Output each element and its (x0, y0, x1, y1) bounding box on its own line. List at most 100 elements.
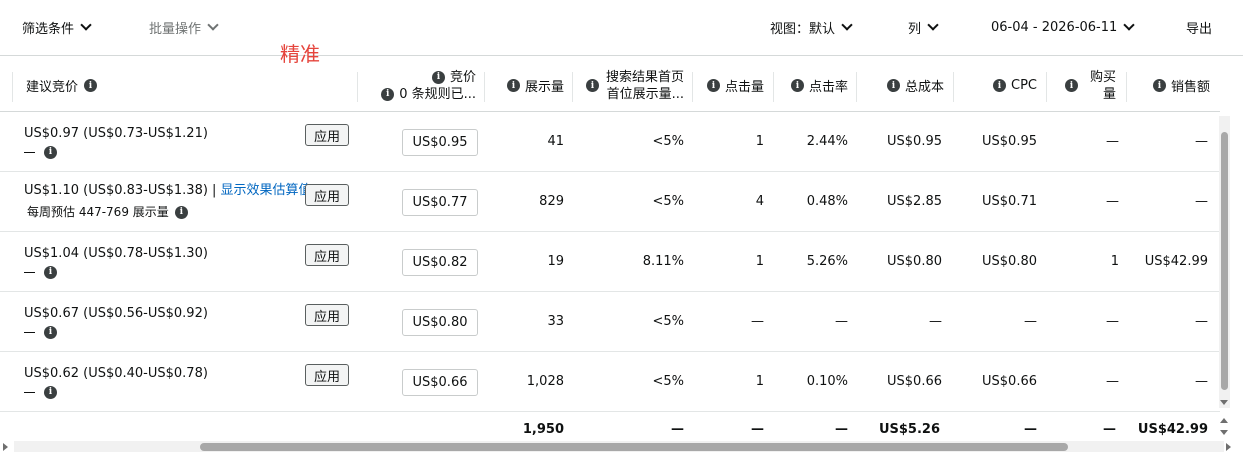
table-row: US$0.97 (US$0.73-US$1.21) i 应用 US$0.95 41 <5%… (0, 112, 1220, 172)
info-icon[interactable]: i (790, 79, 804, 92)
table-row: US$0.62 (US$0.40-US$0.78) i 应用 US$0.66 1,028… (0, 352, 1220, 412)
suggested-bid-range: US$1.10 (US$0.83-US$1.38) | (24, 183, 217, 198)
bulk-actions-label: 批量操作 (149, 21, 202, 37)
column-divider (1046, 72, 1047, 102)
clicks-cell: 1 (755, 254, 764, 269)
sales-cell: — (1195, 314, 1208, 329)
view-dropdown[interactable]: 视图：默认 (770, 18, 853, 37)
info-icon[interactable]: i (1152, 79, 1166, 92)
chevron-down-icon (80, 19, 92, 31)
info-icon[interactable]: i (44, 325, 57, 339)
apply-button[interactable]: 应用 (305, 244, 349, 266)
weekly-estimate-text: 每周预估 447-769 展示量 (27, 205, 169, 219)
impressions-cell: 1,028 (526, 374, 564, 389)
horizontal-scrollbar-thumb[interactable] (200, 443, 1068, 451)
scroll-up-arrow-icon[interactable] (1220, 418, 1228, 423)
info-icon[interactable]: i (84, 79, 98, 92)
scroll-down-arrow-icon[interactable] (1220, 400, 1228, 405)
column-divider (856, 72, 857, 102)
top-search-cell: <5% (652, 194, 684, 209)
apply-button[interactable]: 应用 (305, 184, 349, 206)
chevron-down-icon (927, 19, 939, 31)
cpc-cell: US$0.66 (982, 374, 1037, 389)
purchases-cell: — (1106, 314, 1119, 329)
bid-input[interactable]: US$0.80 (402, 309, 478, 336)
chevron-down-icon (207, 19, 219, 31)
table-row: US$1.10 (US$0.83-US$1.38) | 显示效果估算值每周预估 4… (0, 172, 1220, 232)
clicks-cell: 1 (755, 134, 764, 149)
suggested-bid-range: US$1.04 (US$0.78-US$1.30) (24, 245, 208, 261)
vertical-scrollbar-thumb[interactable] (1221, 132, 1228, 390)
bid-rules-link[interactable]: 0 条规则已... (399, 86, 476, 103)
header-purchases[interactable]: i 购买 量 (1054, 60, 1116, 111)
suggested-bid-cell: US$0.67 (US$0.56-US$0.92) i (24, 292, 208, 351)
total-cost-cell: US$0.66 (887, 374, 942, 389)
apply-button[interactable]: 应用 (305, 124, 349, 146)
header-top-search-impressions[interactable]: i 搜索结果首页 首位展示量... (580, 60, 684, 111)
apply-button[interactable]: 应用 (305, 304, 349, 326)
info-icon[interactable]: i (506, 79, 520, 92)
top-search-cell: <5% (652, 314, 684, 329)
header-total-cost[interactable]: i 总成本 (860, 60, 944, 111)
header-ctr[interactable]: i 点击率 (778, 60, 848, 111)
header-suggested-bid[interactable]: 建议竞价 i (26, 60, 98, 111)
header-sales[interactable]: i 销售额 (1130, 60, 1210, 111)
info-icon[interactable]: i (993, 79, 1006, 92)
clicks-cell: 4 (755, 194, 764, 209)
info-icon[interactable]: i (44, 385, 57, 399)
impressions-cell: 41 (547, 134, 564, 149)
date-range-label: 06-04 - 2026-06-11 (991, 19, 1118, 35)
scroll-right-arrow-icon[interactable] (1226, 443, 1231, 451)
info-icon[interactable]: i (585, 79, 599, 92)
filter-dropdown[interactable]: 筛选条件 (22, 18, 92, 37)
info-icon[interactable]: i (174, 205, 188, 219)
sales-cell: — (1195, 194, 1208, 209)
column-divider (484, 72, 485, 102)
suggested-bid-cell: US$0.97 (US$0.73-US$1.21) i (24, 112, 208, 171)
header-impressions[interactable]: i 展示量 (488, 60, 564, 111)
bid-input[interactable]: US$0.95 (402, 129, 478, 156)
column-divider (773, 72, 774, 102)
scroll-right-arrow-icon[interactable] (3, 443, 8, 451)
info-icon[interactable]: i (886, 79, 900, 92)
header-label: 购买 (1089, 69, 1116, 85)
header-cpc[interactable]: i CPC (958, 60, 1037, 111)
bid-input[interactable]: US$0.66 (402, 369, 478, 396)
column-divider (1126, 72, 1127, 102)
info-icon[interactable]: i (706, 79, 720, 92)
bid-input[interactable]: US$0.77 (402, 189, 478, 216)
impressions-cell: 33 (547, 314, 564, 329)
columns-dropdown[interactable]: 列 (908, 18, 939, 37)
header-label: 展示量 (524, 80, 564, 95)
info-icon[interactable]: i (381, 87, 395, 101)
bulk-actions-dropdown[interactable]: 批量操作 (149, 18, 219, 37)
column-divider (572, 72, 573, 102)
scroll-down-arrow-icon[interactable] (1220, 430, 1228, 435)
top-search-cell: 8.11% (642, 254, 684, 269)
impressions-cell: 829 (539, 194, 564, 209)
show-estimate-link[interactable]: 显示效果估算值 (220, 182, 311, 200)
export-button[interactable]: 导出 (1186, 18, 1212, 37)
dash-icon (24, 391, 35, 393)
info-icon[interactable]: i (44, 265, 57, 279)
suggested-bid-range: US$0.62 (US$0.40-US$0.78) (24, 365, 208, 381)
header-clicks[interactable]: i 点击量 (696, 60, 764, 111)
filter-label: 筛选条件 (22, 21, 75, 37)
info-icon[interactable]: i (1064, 79, 1078, 92)
info-icon[interactable]: i (431, 70, 445, 84)
clicks-cell: 1 (755, 374, 764, 389)
purchases-cell: — (1106, 194, 1119, 209)
ctr-cell: 0.48% (806, 194, 848, 209)
header-label: 点击率 (808, 80, 848, 95)
total-cost-cell: US$0.95 (887, 134, 942, 149)
sales-cell: — (1195, 134, 1208, 149)
purchases-cell: — (1106, 134, 1119, 149)
date-range-picker[interactable]: 06-04 - 2026-06-11 (991, 18, 1135, 36)
header-bid[interactable]: i 竞价 i 0 条规则已... (362, 60, 476, 111)
chevron-down-icon (1123, 19, 1135, 31)
apply-button[interactable]: 应用 (305, 364, 349, 386)
toolbar: 筛选条件 批量操作 视图：默认 列 06-04 - 2026-06-11 导出 (0, 0, 1243, 56)
columns-label: 列 (908, 21, 922, 37)
bid-input[interactable]: US$0.82 (402, 249, 478, 276)
info-icon[interactable]: i (44, 145, 57, 159)
